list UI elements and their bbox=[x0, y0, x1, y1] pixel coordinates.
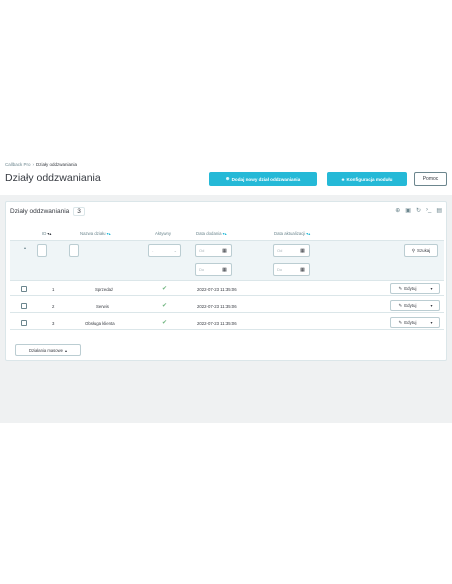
edit-label: Edytuj bbox=[404, 286, 417, 291]
caret-down-icon: ▾ bbox=[430, 286, 433, 291]
calendar-icon[interactable]: ▦ bbox=[218, 245, 231, 256]
th-date-add-label: Data dodania bbox=[196, 231, 222, 236]
row-checkbox[interactable] bbox=[21, 286, 27, 292]
edit-button-group: ✎ Edytuj ▾ bbox=[390, 317, 440, 328]
row-checkbox[interactable] bbox=[21, 320, 27, 326]
edit-dropdown-toggle[interactable]: ▾ bbox=[424, 301, 439, 310]
filter-row: ▴ - ⌄ Od ▦ Do ▦ Od ▦ Do ▦ ⚲ Szukaj bbox=[10, 240, 444, 281]
calendar-icon[interactable]: ▦ bbox=[296, 245, 309, 256]
row-id: 2 bbox=[52, 304, 55, 309]
active-check-icon[interactable]: ✔ bbox=[162, 285, 167, 292]
caret-down-icon: ▾ bbox=[430, 303, 433, 308]
row-id: 1 bbox=[52, 287, 55, 292]
export-icon[interactable]: ▣ bbox=[405, 207, 411, 214]
breadcrumb-separator: › bbox=[32, 162, 35, 167]
row-date-add: 2022-07-23 11:35:06 bbox=[197, 304, 237, 309]
pencil-icon: ✎ bbox=[398, 285, 403, 291]
edit-button[interactable]: ✎ Edytuj bbox=[391, 318, 424, 327]
refresh-icon[interactable]: ↻ bbox=[416, 207, 421, 214]
puzzle-icon: ♣ bbox=[341, 176, 345, 182]
edit-button[interactable]: ✎ Edytuj bbox=[391, 284, 424, 293]
departments-panel: Działy oddzwaniania 3 ⊕ ▣ ↻ ›_ ▤ ID▾▴ Naz… bbox=[5, 201, 447, 361]
edit-button-group: ✎ Edytuj ▾ bbox=[390, 283, 440, 294]
th-name[interactable]: Nazwa działu▾▴ bbox=[80, 231, 111, 236]
breadcrumb: Callback Pro › Działy oddzwaniania bbox=[5, 162, 77, 167]
plus-circle-icon: ⊕ bbox=[225, 176, 230, 181]
module-config-label: Konfiguracja modułu bbox=[346, 176, 393, 182]
edit-label: Edytuj bbox=[404, 303, 417, 308]
active-check-icon[interactable]: ✔ bbox=[162, 319, 167, 326]
date-upd-to-input[interactable]: Do ▦ bbox=[273, 263, 310, 276]
date-upd-from-placeholder: Od bbox=[277, 248, 283, 253]
count-badge: 3 bbox=[73, 207, 85, 216]
chevron-down-icon: ⌄ bbox=[173, 248, 177, 253]
row-id: 3 bbox=[52, 321, 55, 326]
panel-header: Działy oddzwaniania 3 ⊕ ▣ ↻ ›_ ▤ bbox=[6, 202, 446, 222]
panel-title-text: Działy oddzwaniania bbox=[10, 208, 70, 215]
date-add-to-placeholder: Do bbox=[199, 267, 205, 272]
edit-dropdown-toggle[interactable]: ▾ bbox=[424, 318, 439, 327]
row-date-add: 2022-07-23 11:35:06 bbox=[197, 287, 237, 292]
th-date-upd[interactable]: Data aktualizacji▾▴ bbox=[274, 231, 310, 236]
row-name: Sprzedaż bbox=[95, 287, 114, 292]
filter-id-input[interactable] bbox=[37, 244, 47, 257]
search-label: Szukaj bbox=[417, 248, 431, 253]
edit-button-group: ✎ Edytuj ▾ bbox=[390, 300, 440, 311]
table-row[interactable]: 1 Sprzedaż ✔ 2022-07-23 11:35:06 ✎ Edytuj… bbox=[10, 282, 444, 296]
module-config-button[interactable]: ♣ Konfiguracja modułu bbox=[327, 172, 407, 186]
add-department-button[interactable]: ⊕ Dodaj nowy dział oddzwaniania bbox=[209, 172, 317, 186]
database-icon[interactable]: ▤ bbox=[436, 207, 442, 214]
panel-title: Działy oddzwaniania 3 bbox=[10, 207, 85, 216]
sort-icon[interactable]: ▾▴ bbox=[306, 231, 310, 236]
bulk-actions-button[interactable]: Działania masowe ▴ bbox=[15, 344, 81, 356]
add-icon[interactable]: ⊕ bbox=[395, 207, 400, 214]
filter-arrow-icon: ▴ bbox=[24, 245, 27, 250]
row-name: Serwis bbox=[96, 304, 109, 309]
pencil-icon: ✎ bbox=[398, 302, 403, 308]
sort-icon[interactable]: ▾▴ bbox=[47, 231, 51, 236]
row-checkbox[interactable] bbox=[21, 303, 27, 309]
th-date-add[interactable]: Data dodania▾▴ bbox=[196, 231, 227, 236]
filter-active-value: - bbox=[152, 248, 154, 253]
page-title: Działy oddzwaniania bbox=[5, 172, 101, 184]
panel-toolbar: ⊕ ▣ ↻ ›_ ▤ bbox=[395, 207, 442, 214]
table-row[interactable]: 3 Obsługa klienta ✔ 2022-07-23 11:35:06 … bbox=[10, 316, 444, 330]
active-check-icon[interactable]: ✔ bbox=[162, 302, 167, 309]
sort-icon[interactable]: ▾▴ bbox=[107, 231, 111, 236]
date-add-from-input[interactable]: Od ▦ bbox=[195, 244, 232, 257]
caret-up-icon: ▴ bbox=[64, 347, 68, 353]
date-add-to-input[interactable]: Do ▦ bbox=[195, 263, 232, 276]
th-id[interactable]: ID▾▴ bbox=[42, 231, 51, 236]
calendar-icon[interactable]: ▦ bbox=[218, 264, 231, 275]
edit-label: Edytuj bbox=[404, 320, 417, 325]
sql-icon[interactable]: ›_ bbox=[426, 207, 431, 214]
add-department-label: Dodaj nowy dział oddzwaniania bbox=[231, 176, 301, 182]
row-date-add: 2022-07-23 11:35:06 bbox=[197, 321, 237, 326]
row-name: Obsługa klienta bbox=[85, 321, 115, 326]
date-upd-from-input[interactable]: Od ▦ bbox=[273, 244, 310, 257]
footer-area bbox=[0, 423, 452, 584]
th-active: Aktywny bbox=[155, 231, 171, 236]
bulk-actions-label: Działania masowe bbox=[28, 347, 63, 353]
breadcrumb-current: Działy oddzwaniania bbox=[36, 162, 78, 167]
th-name-label: Nazwa działu bbox=[80, 231, 106, 236]
table-header: ID▾▴ Nazwa działu▾▴ Aktywny Data dodania… bbox=[6, 229, 446, 239]
breadcrumb-parent[interactable]: Callback Pro bbox=[5, 162, 31, 167]
search-button[interactable]: ⚲ Szukaj bbox=[404, 244, 438, 257]
sort-icon[interactable]: ▾▴ bbox=[223, 231, 227, 236]
calendar-icon[interactable]: ▦ bbox=[296, 264, 309, 275]
edit-button[interactable]: ✎ Edytuj bbox=[391, 301, 424, 310]
filter-active-select[interactable]: - ⌄ bbox=[148, 244, 181, 257]
help-button[interactable]: Pomoc bbox=[414, 172, 447, 186]
caret-down-icon: ▾ bbox=[430, 320, 433, 325]
th-date-upd-label: Data aktualizacji bbox=[274, 231, 306, 236]
filter-name-input[interactable] bbox=[69, 244, 79, 257]
date-upd-to-placeholder: Do bbox=[277, 267, 283, 272]
pencil-icon: ✎ bbox=[398, 319, 403, 325]
table-row[interactable]: 2 Serwis ✔ 2022-07-23 11:35:06 ✎ Edytuj ▾ bbox=[10, 299, 444, 313]
edit-dropdown-toggle[interactable]: ▾ bbox=[424, 284, 439, 293]
search-icon: ⚲ bbox=[411, 247, 416, 253]
th-id-label: ID bbox=[42, 231, 47, 236]
date-add-from-placeholder: Od bbox=[199, 248, 205, 253]
